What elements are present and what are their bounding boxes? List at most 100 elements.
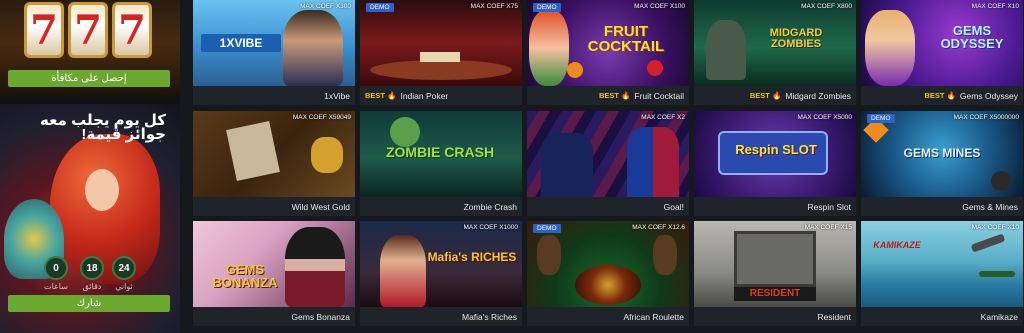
best-label: BEST 🔥: [749, 91, 782, 100]
best-label: BEST 🔥: [598, 91, 631, 100]
game-art-title: KAMIKAZE: [873, 240, 921, 250]
max-coef-badge: MAX COEF X5000: [797, 114, 852, 121]
game-tile-1xvibe[interactable]: 1XVIBE MAX COEF X300 1xVibe: [193, 0, 355, 105]
countdown-minutes-label: دقائق: [82, 282, 102, 291]
game-tile-gems-bonanza[interactable]: GEMS BONANZA Gems Bonanza: [193, 221, 355, 326]
game-name: African Roulette: [623, 311, 684, 322]
game-caption: African Roulette: [527, 307, 689, 326]
game-thumbnail: ZOMBIE CRASH: [360, 111, 522, 197]
game-art-title: MIDGARD ZOMBIES: [769, 27, 823, 50]
max-coef-badge: MAX COEF X15: [804, 224, 852, 231]
game-thumbnail: [360, 0, 522, 86]
game-art-title: GEMS MINES: [903, 146, 981, 160]
game-art-title: GEMS BONANZA: [212, 262, 278, 290]
demo-badge: DEMO: [366, 3, 394, 12]
max-coef-badge: MAX COEF X1000: [463, 224, 518, 231]
game-tile-zombie-crash[interactable]: ZOMBIE CRASH Zombie Crash: [360, 111, 522, 216]
promo-banner-bonus[interactable]: 7 7 7 إحصل على مكافأة: [0, 0, 180, 97]
game-thumbnail: MIDGARD ZOMBIES: [694, 0, 856, 86]
max-coef-badge: MAX COEF X10: [971, 3, 1019, 10]
participate-button[interactable]: شارك: [8, 295, 170, 312]
fire-icon: 🔥: [621, 91, 631, 100]
game-name: Indian Poker: [400, 90, 449, 101]
max-coef-badge: MAX COEF X800: [801, 3, 852, 10]
slot-reel-2: 7: [68, 2, 108, 58]
game-name: Fruit Cocktail: [634, 90, 684, 101]
game-caption: Resident: [694, 307, 856, 326]
game-caption: 1xVibe: [193, 86, 355, 105]
game-tile-indian-poker[interactable]: DEMO MAX COEF X75 BEST 🔥 Indian Poker: [360, 0, 522, 105]
game-caption: Zombie Crash: [360, 197, 522, 216]
game-caption: Wild West Gold: [193, 197, 355, 216]
game-thumbnail: GEMS MINES: [861, 111, 1023, 197]
game-art-title: 1XVIBE: [201, 34, 281, 52]
best-label: BEST 🔥: [924, 91, 956, 100]
game-art-title: ZOMBIE CRASH: [385, 144, 495, 160]
countdown-seconds: 24: [112, 256, 136, 280]
game-caption: Gems & Mines: [861, 197, 1023, 216]
max-coef-badge: MAX COEF X300: [300, 3, 351, 10]
game-tile-resident[interactable]: RESIDENT MAX COEF X15 Resident: [694, 221, 856, 326]
game-caption: BEST 🔥 Fruit Cocktail: [527, 86, 689, 105]
game-tile-midgard-zombies[interactable]: MIDGARD ZOMBIES MAX COEF X800 BEST 🔥 Mid…: [694, 0, 856, 105]
game-thumbnail: Mafia's RICHES: [360, 221, 522, 307]
game-thumbnail: [527, 221, 689, 307]
game-tile-wild-west-gold[interactable]: MAX COEF X59049 Wild West Gold: [193, 111, 355, 216]
game-caption: Gems Bonanza: [193, 307, 355, 326]
game-name: Kamikaze: [980, 311, 1018, 322]
game-art-title: RESIDENT: [734, 287, 816, 301]
fire-icon: 🔥: [946, 91, 956, 100]
slot-reel-3: 7: [112, 2, 152, 58]
game-tile-gems-odyssey[interactable]: GEMS ODYSSEY MAX COEF X10 BEST 🔥 Gems Od…: [861, 0, 1023, 105]
game-tile-goal[interactable]: MAX COEF X2 Goal!: [527, 111, 689, 216]
game-tile-kamikaze[interactable]: KAMIKAZE MAX COEF X10 Kamikaze: [861, 221, 1023, 326]
fire-icon: 🔥: [387, 91, 397, 100]
games-grid: 1XVIBE MAX COEF X300 1xVibe DEMO MAX COE…: [193, 0, 1024, 333]
game-thumbnail: GEMS ODYSSEY: [861, 0, 1023, 86]
slot-reels: 7 7 7: [8, 2, 168, 60]
game-thumbnail: RESIDENT: [694, 221, 856, 307]
game-name: Zombie Crash: [463, 201, 517, 212]
daily-prizes-title: كل يوم يجلب معه جوائز قيمة!: [40, 112, 166, 143]
game-thumbnail: [527, 111, 689, 197]
game-name: Gems Odyssey: [959, 90, 1018, 101]
max-coef-badge: MAX COEF X75: [470, 3, 518, 10]
promo-sidebar: 7 7 7 إحصل على مكافأة كل يوم يجلب معه جو…: [0, 0, 180, 333]
demo-badge: DEMO: [533, 3, 561, 12]
game-name: Goal!: [663, 201, 684, 212]
game-name: Wild West Gold: [291, 201, 350, 212]
game-tile-fruit-cocktail[interactable]: FRUIT COCKTAIL DEMO MAX COEF X100 BEST 🔥…: [527, 0, 689, 105]
game-caption: BEST 🔥 Midgard Zombies: [694, 86, 856, 105]
demo-badge: DEMO: [867, 114, 895, 123]
max-coef-badge: MAX COEF X59049: [292, 114, 351, 121]
max-coef-badge: MAX COEF X12.6: [632, 224, 685, 231]
game-thumbnail: GEMS BONANZA: [193, 221, 355, 307]
get-bonus-button[interactable]: إحصل على مكافأة: [8, 70, 170, 87]
game-name: Midgard Zombies: [785, 90, 851, 101]
game-tile-respin-slot[interactable]: Respin SLOT MAX COEF X5000 Respin Slot: [694, 111, 856, 216]
game-tile-african-roulette[interactable]: DEMO MAX COEF X12.6 African Roulette: [527, 221, 689, 326]
game-art-title: Respin SLOT: [735, 142, 817, 157]
max-coef-badge: MAX COEF X2: [641, 114, 685, 121]
game-thumbnail: 1XVIBE: [193, 0, 355, 86]
game-name: Respin Slot: [807, 201, 851, 212]
game-art-title: FRUIT COCKTAIL: [587, 23, 665, 55]
best-label: BEST 🔥: [365, 91, 397, 100]
fire-icon: 🔥: [771, 91, 782, 100]
game-name: 1xVibe: [324, 90, 350, 101]
promo-banner-daily-prizes[interactable]: كل يوم يجلب معه جوائز قيمة! 24 ثواني 18 …: [0, 104, 180, 333]
game-thumbnail: KAMIKAZE: [861, 221, 1023, 307]
game-tile-mafias-riches[interactable]: Mafia's RICHES MAX COEF X1000 Mafia's Ri…: [360, 221, 522, 326]
game-thumbnail: [193, 111, 355, 197]
game-caption: BEST 🔥 Indian Poker: [360, 86, 522, 105]
countdown-minutes: 18: [80, 256, 104, 280]
max-coef-badge: MAX COEF X10: [971, 224, 1019, 231]
casino-games-page: 7 7 7 إحصل على مكافأة كل يوم يجلب معه جو…: [0, 0, 1024, 333]
max-coef-badge: MAX COEF X5000000: [953, 114, 1019, 121]
slot-reel-1: 7: [24, 2, 64, 58]
game-caption: BEST 🔥 Gems Odyssey: [861, 86, 1023, 105]
game-tile-gems-mines[interactable]: GEMS MINES DEMO MAX COEF X5000000 Gems &…: [861, 111, 1023, 216]
game-art-title: Mafia's RICHES: [427, 250, 517, 264]
game-caption: Goal!: [527, 197, 689, 216]
game-caption: Kamikaze: [861, 307, 1023, 326]
